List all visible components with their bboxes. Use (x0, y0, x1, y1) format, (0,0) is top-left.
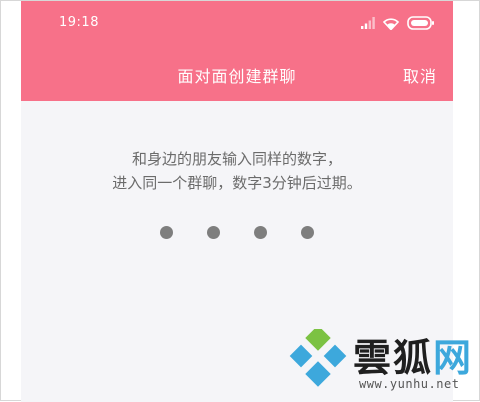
status-icons (361, 13, 435, 33)
code-digit-placeholder (301, 226, 314, 239)
battery-icon (407, 16, 435, 30)
screenshot-frame: 19:18 面对面创建群聊 取消 和身边的朋友输入同样的数字， 进入同一个群聊，… (0, 0, 480, 402)
cancel-button[interactable]: 取消 (403, 63, 437, 87)
yunhu-logo-icon (287, 325, 349, 397)
watermark-brand: 雲狐网 (353, 327, 473, 382)
watermark-brand-accent: 网 (433, 335, 474, 380)
status-bar: 19:18 (21, 1, 453, 45)
code-input[interactable] (21, 226, 453, 239)
instruction-line-2: 进入同一个群聊，数字3分钟后过期。 (112, 174, 362, 192)
header: 19:18 面对面创建群聊 取消 (21, 1, 453, 101)
nav-bar: 面对面创建群聊 取消 (21, 51, 453, 95)
code-digit-placeholder (254, 226, 267, 239)
watermark-brand-main: 雲狐 (353, 335, 434, 380)
instruction-line-1: 和身边的朋友输入同样的数字， (131, 150, 342, 168)
signal-icon (361, 17, 375, 29)
page-title: 面对面创建群聊 (177, 67, 297, 86)
watermark-url: www.yunhu.net (359, 377, 460, 391)
instruction-text: 和身边的朋友输入同样的数字， 进入同一个群聊，数字3分钟后过期。 (21, 147, 453, 195)
wifi-icon (383, 17, 399, 30)
status-time: 19:18 (59, 15, 99, 30)
code-digit-placeholder (207, 226, 220, 239)
code-digit-placeholder (160, 226, 173, 239)
watermark: 雲狐网 www.yunhu.net (283, 319, 479, 399)
